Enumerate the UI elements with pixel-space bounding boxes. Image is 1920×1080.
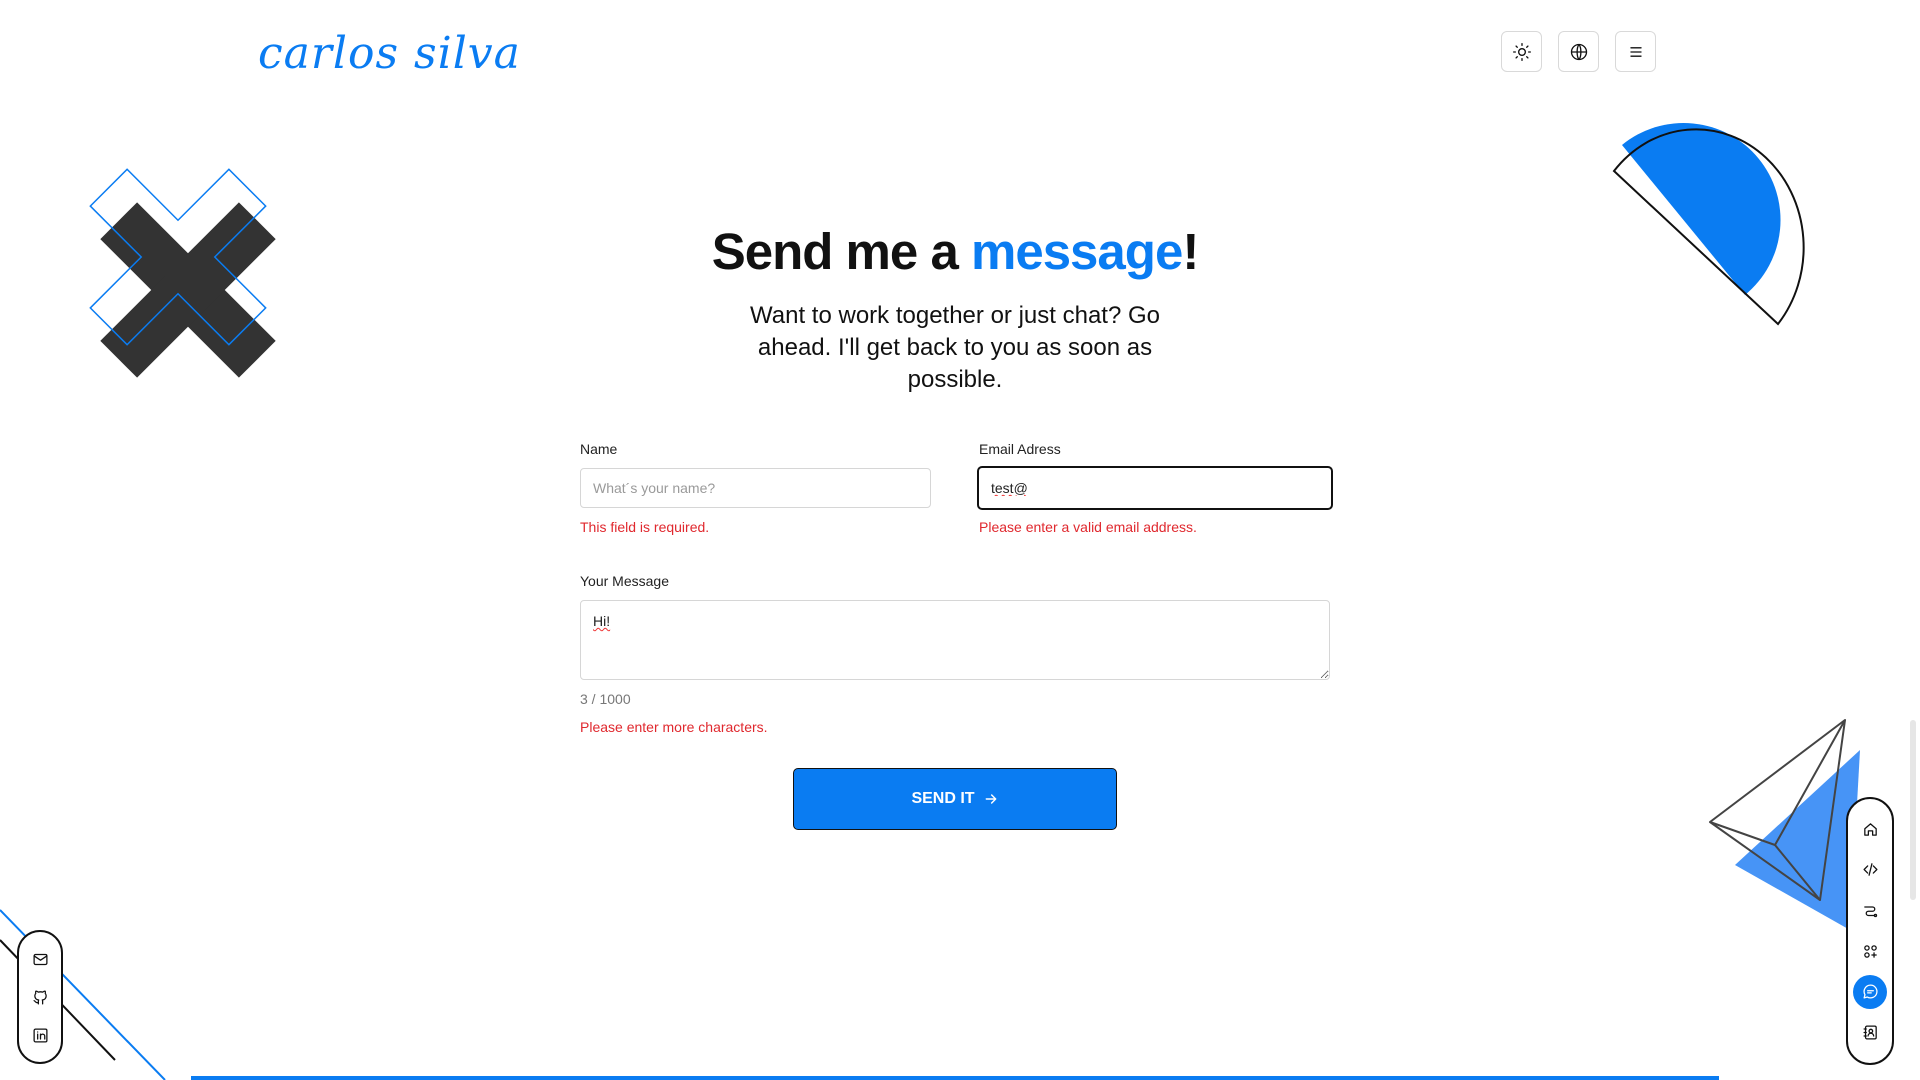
scrollbar[interactable] [1910, 720, 1916, 900]
title-exclamation: ! [1182, 223, 1199, 280]
nav-contact-book[interactable] [1853, 1016, 1887, 1050]
character-counter: 3 / 1000 [580, 691, 631, 707]
chat-icon [1862, 984, 1878, 999]
globe-icon [1570, 43, 1587, 60]
send-button-label: SEND IT [911, 790, 975, 807]
nav-home[interactable] [1853, 812, 1887, 846]
name-input[interactable] [580, 468, 931, 508]
apps-icon [1863, 944, 1877, 958]
page-title: Send me a message! [0, 222, 1910, 281]
email-input[interactable] [977, 466, 1333, 510]
page-subtitle: Want to work together or just chat? Go a… [750, 302, 1160, 393]
menu-button[interactable] [1615, 31, 1656, 72]
contact-book-icon [1862, 1025, 1877, 1040]
header-actions [1501, 31, 1656, 72]
code-icon [1862, 863, 1878, 877]
nav-apps[interactable] [1853, 934, 1887, 968]
linkedin-link[interactable] [23, 1018, 57, 1052]
half-circle-decoration [1612, 122, 1805, 326]
site-logo[interactable]: carlos silva [258, 28, 521, 79]
send-button[interactable]: SEND IT [793, 768, 1117, 830]
message-label: Your Message [580, 573, 669, 589]
email-label: Email Adress [979, 441, 1061, 457]
route-icon [1863, 906, 1877, 918]
home-icon [1863, 823, 1877, 836]
section-nav [1846, 797, 1894, 1065]
message-textarea[interactable]: Hi! [580, 600, 1330, 680]
nav-contact-chat[interactable] [1853, 974, 1887, 1009]
message-error: Please enter more characters. [580, 719, 768, 735]
nav-route[interactable] [1853, 894, 1887, 928]
mail-icon [32, 953, 48, 965]
email-error: Please enter a valid email address. [979, 519, 1197, 535]
sun-icon [1512, 42, 1531, 61]
linkedin-icon [32, 1027, 48, 1043]
arrow-right-icon [985, 794, 996, 804]
title-accent-text: message [970, 223, 1183, 280]
paper-plane-decoration [1709, 719, 1860, 930]
menu-icon [1629, 46, 1642, 57]
nav-code[interactable] [1853, 853, 1887, 887]
name-label: Name [580, 441, 618, 457]
email-link[interactable] [23, 942, 57, 976]
title-text: Send me a [711, 223, 971, 280]
name-error: This field is required. [580, 519, 710, 535]
language-button[interactable] [1558, 31, 1599, 72]
theme-toggle-button[interactable] [1501, 31, 1542, 72]
github-link[interactable] [23, 980, 57, 1014]
footer-accent-line [191, 1076, 1719, 1080]
github-icon [32, 990, 47, 1005]
social-links-nav [17, 930, 63, 1064]
